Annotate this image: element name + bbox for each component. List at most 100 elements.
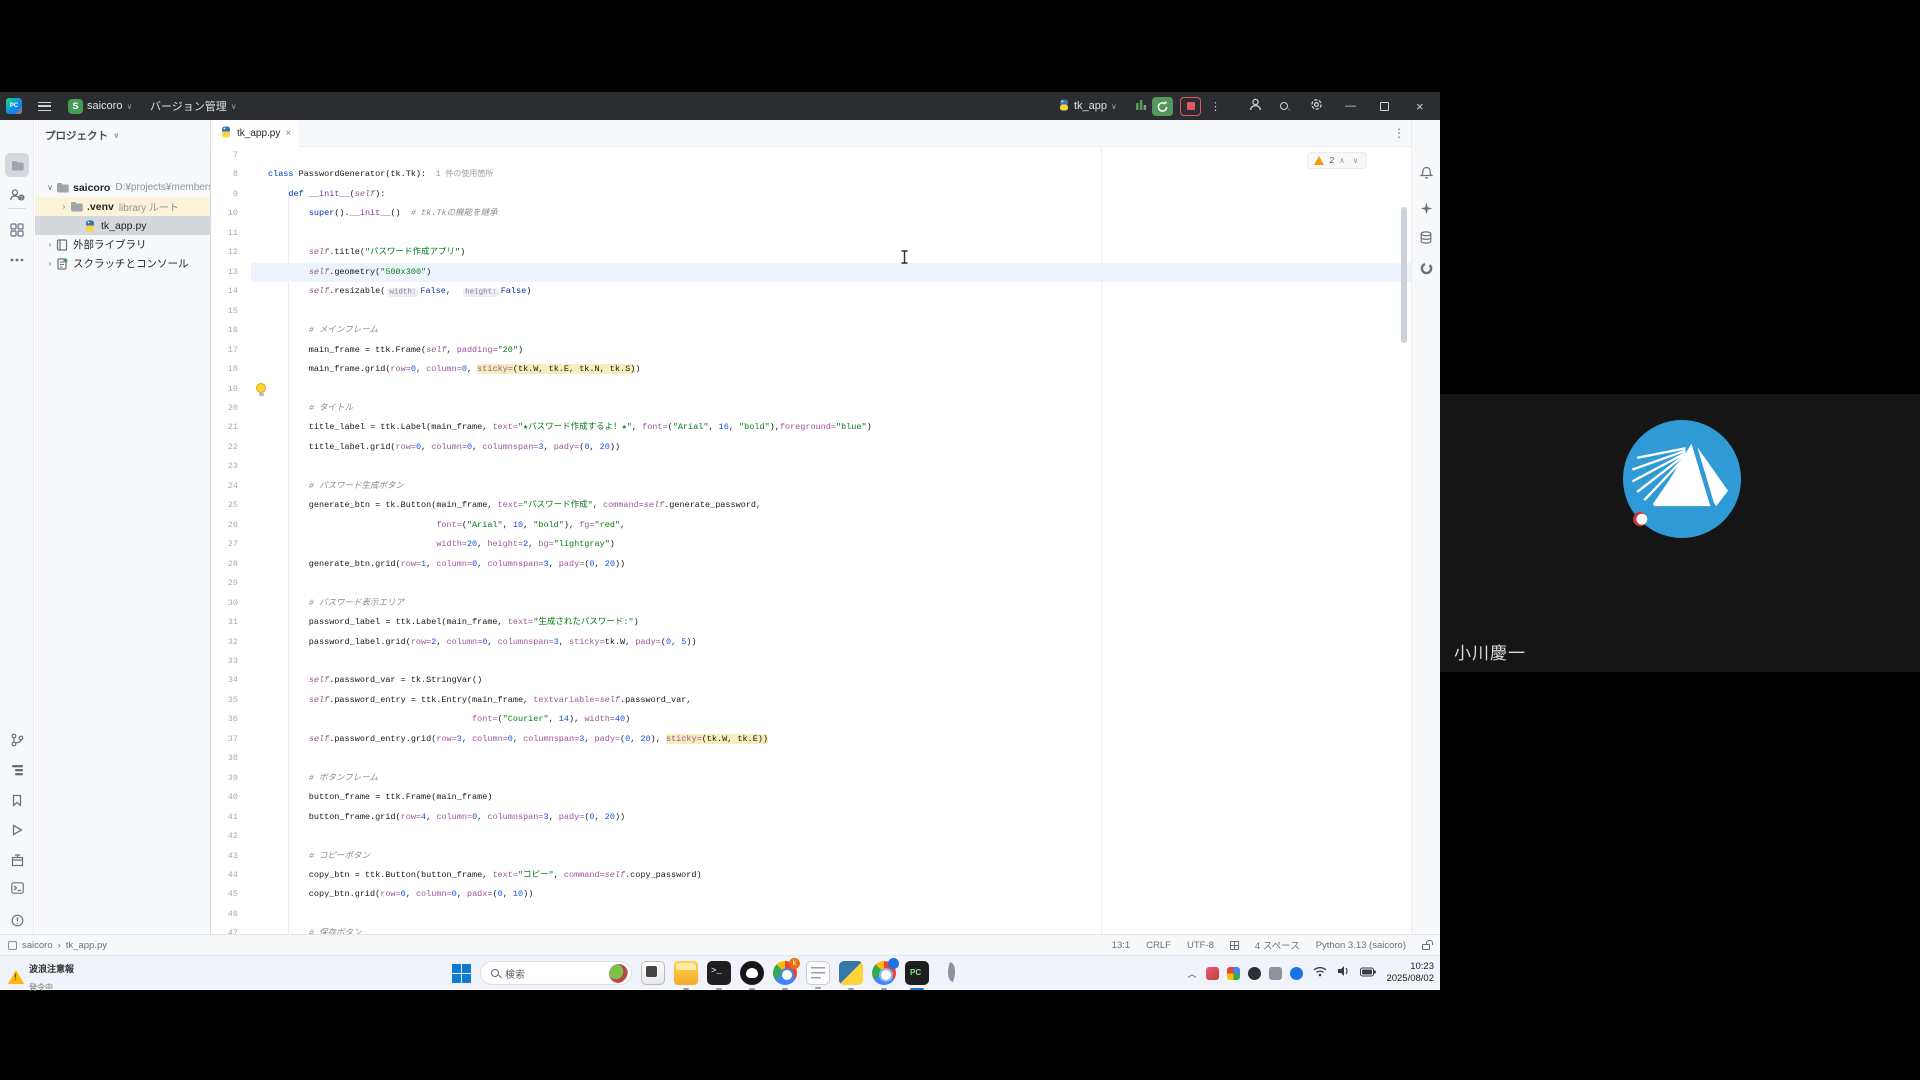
project-panel-header[interactable]: プロジェクト ∨ bbox=[45, 128, 120, 143]
more-run-options-button[interactable]: ⋮ bbox=[1210, 92, 1221, 120]
tree-item--[interactable]: ›外部ライブラリ bbox=[35, 235, 210, 254]
tool-rail-donut-icon[interactable] bbox=[1414, 256, 1438, 280]
tray-overflow-chevron[interactable]: ︿ bbox=[1187, 967, 1196, 980]
stop-button[interactable] bbox=[1180, 92, 1201, 120]
taskbar-app-task-view[interactable] bbox=[641, 961, 665, 985]
weather-alert-title: 波浪注意報 bbox=[29, 964, 74, 974]
taskbar-clock[interactable]: 10:23 2025/08/02 bbox=[1386, 961, 1434, 985]
code-line: 41 button_frame.grid(row=4, column=0, co… bbox=[211, 808, 1411, 827]
tree-item-saicoro[interactable]: ∨saicoroD:¥projects¥members¥saicoro bbox=[35, 178, 210, 197]
chevron-right-icon[interactable]: › bbox=[45, 240, 55, 249]
code-line: 16 # メインフレーム bbox=[211, 321, 1411, 340]
taskbar-app-github-desktop[interactable] bbox=[740, 961, 764, 985]
code-line: 38 bbox=[211, 749, 1411, 768]
intention-bulb-icon[interactable] bbox=[256, 383, 267, 396]
tool-rail-terminal-icon[interactable] bbox=[5, 876, 29, 900]
rerun-button[interactable] bbox=[1152, 92, 1173, 120]
line-number: 25 bbox=[211, 496, 238, 515]
battery-icon[interactable] bbox=[1360, 964, 1376, 982]
close-button[interactable]: × bbox=[1416, 92, 1424, 120]
code-text: # パスワード表示エリア bbox=[268, 594, 404, 613]
next-prev-warning-icons[interactable]: ∧ ∨ bbox=[1340, 156, 1360, 166]
taskbar-app-chrome-profile-k[interactable]: k bbox=[773, 961, 797, 985]
breadcrumb-separator: › bbox=[58, 940, 61, 951]
tool-rail-users-icon[interactable]: ? bbox=[5, 183, 29, 207]
close-tab-icon[interactable]: × bbox=[285, 128, 291, 139]
code-line: 7 bbox=[211, 147, 1411, 165]
code-line: 9 def __init__(self): bbox=[211, 185, 1411, 204]
tool-rail-package-icon[interactable] bbox=[5, 848, 29, 872]
editor-scrollbar[interactable] bbox=[1401, 207, 1407, 343]
profiler-icon[interactable] bbox=[1135, 92, 1147, 120]
maximize-button[interactable] bbox=[1380, 92, 1389, 120]
column-selection-icon[interactable] bbox=[1230, 941, 1239, 950]
taskbar-app-quill-app[interactable] bbox=[938, 961, 962, 985]
tree-item-label: .venv bbox=[87, 201, 114, 213]
code-line: 35 self.password_entry = ttk.Entry(main_… bbox=[211, 691, 1411, 710]
taskbar-app-terminal[interactable] bbox=[707, 961, 731, 985]
code-editor[interactable]: 78class PasswordGenerator(tk.Tk): 1 件の使用… bbox=[211, 147, 1411, 952]
project-widget[interactable]: S saicoro ∨ bbox=[68, 92, 132, 120]
tray-icon-2[interactable] bbox=[1227, 967, 1240, 980]
tool-rail-bookmark-icon[interactable] bbox=[5, 788, 29, 812]
settings-button[interactable] bbox=[1309, 92, 1324, 120]
user-account-button[interactable] bbox=[1248, 92, 1263, 120]
tray-icon-3[interactable] bbox=[1248, 967, 1261, 980]
line-number: 32 bbox=[211, 633, 238, 652]
caret-position[interactable]: 13:1 bbox=[1112, 940, 1131, 951]
tool-rail-sparkle-icon[interactable] bbox=[1414, 196, 1438, 220]
tab-tk-app-py[interactable]: tk_app.py × bbox=[212, 120, 299, 147]
code-line: 36 font=("Courier", 14), width=40) bbox=[211, 710, 1411, 729]
right-tool-rail bbox=[1411, 120, 1440, 952]
tray-icon-4[interactable] bbox=[1269, 967, 1282, 980]
tray-icon-1[interactable] bbox=[1206, 967, 1219, 980]
tool-rail-database-icon[interactable] bbox=[1414, 225, 1438, 249]
tray-icon-5[interactable] bbox=[1290, 967, 1303, 980]
tool-rail-branch-icon[interactable] bbox=[5, 728, 29, 752]
vcs-menu[interactable]: バージョン管理 ∨ bbox=[150, 92, 237, 120]
tool-rail-play-icon[interactable] bbox=[5, 818, 29, 842]
tree-item-.venv[interactable]: ›.venvlibrary ルート bbox=[35, 197, 210, 216]
python-interpreter[interactable]: Python 3.13 (saicoro) bbox=[1316, 940, 1406, 951]
editor-tab-bar: tk_app.py × ⋮ bbox=[211, 120, 1411, 147]
line-number: 44 bbox=[211, 866, 238, 885]
status-breadcrumb[interactable]: saicoro › tk_app.py bbox=[8, 940, 107, 951]
python-icon bbox=[83, 219, 97, 233]
taskbar-search-box[interactable]: 検索 bbox=[480, 961, 632, 985]
taskbar-weather-widget[interactable]: 波浪注意報 発令中 bbox=[8, 959, 74, 995]
minimize-button[interactable]: — bbox=[1345, 92, 1356, 120]
line-number: 30 bbox=[211, 594, 238, 613]
run-config-name: tk_app bbox=[1074, 100, 1107, 112]
code-text: copy_btn = ttk.Button(button_frame, text… bbox=[268, 866, 702, 885]
line-number: 9 bbox=[211, 185, 238, 204]
wifi-icon[interactable] bbox=[1313, 964, 1327, 982]
tool-rail-problems-icon[interactable] bbox=[5, 908, 29, 932]
line-number: 41 bbox=[211, 808, 238, 827]
tool-rail-squares-icon[interactable] bbox=[5, 218, 29, 242]
taskbar-app-pycharm[interactable] bbox=[905, 961, 929, 985]
indent-setting[interactable]: 4 スペース bbox=[1255, 938, 1300, 952]
run-config-widget[interactable]: tk_app ∨ bbox=[1058, 92, 1117, 120]
chevron-down-icon[interactable]: ∨ bbox=[45, 183, 55, 192]
taskbar-app-file-explorer[interactable] bbox=[674, 961, 698, 985]
taskbar-app-notepad[interactable] bbox=[806, 961, 830, 985]
main-menu-button[interactable] bbox=[38, 92, 51, 120]
readonly-toggle-icon[interactable] bbox=[1422, 944, 1430, 950]
volume-icon[interactable] bbox=[1337, 964, 1350, 982]
taskbar-app-chrome-profile-2[interactable] bbox=[872, 961, 896, 985]
start-button[interactable] bbox=[452, 964, 471, 983]
tree-item--[interactable]: ›スクラッチとコンソール bbox=[35, 254, 210, 273]
tool-rail-structure-icon[interactable] bbox=[5, 758, 29, 782]
tool-rail-more-icon[interactable] bbox=[5, 248, 29, 272]
tool-rail-bell-icon[interactable] bbox=[1414, 160, 1438, 184]
search-everywhere-button[interactable] bbox=[1280, 92, 1288, 120]
inspection-widget[interactable]: 2 ∧ ∨ bbox=[1307, 152, 1367, 169]
taskbar-app-python-app[interactable] bbox=[839, 961, 863, 985]
tree-item-tk_app.py[interactable]: tk_app.py bbox=[35, 216, 210, 235]
chevron-right-icon[interactable]: › bbox=[45, 259, 55, 268]
file-encoding[interactable]: UTF-8 bbox=[1187, 940, 1214, 951]
tab-options-icon[interactable]: ⋮ bbox=[1393, 126, 1405, 140]
chevron-right-icon[interactable]: › bbox=[59, 202, 69, 211]
line-ending[interactable]: CRLF bbox=[1146, 940, 1171, 951]
tool-rail-folder-icon[interactable] bbox=[5, 153, 29, 177]
